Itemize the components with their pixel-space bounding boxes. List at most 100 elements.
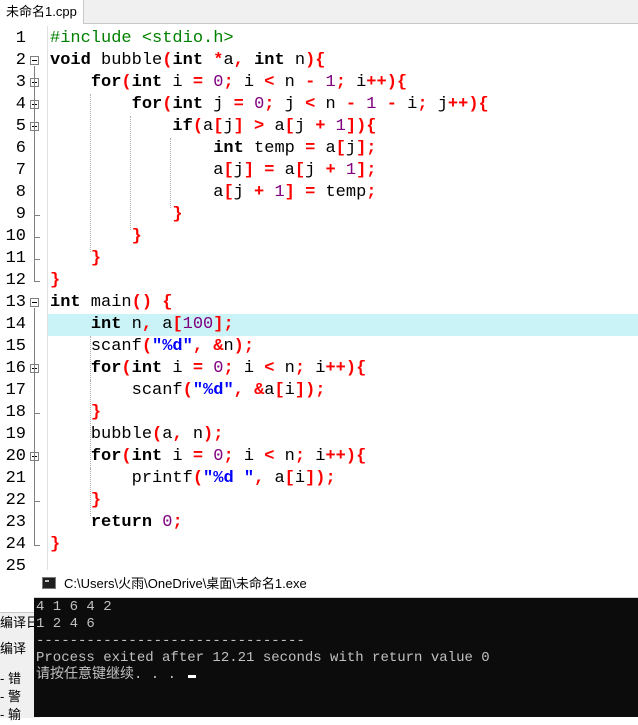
code-token: temp <box>315 183 367 202</box>
tab-bar: 未命名1.cpp <box>0 0 638 24</box>
code-token: ; <box>223 73 234 92</box>
line-number: 22 <box>5 491 26 510</box>
code-token: ] <box>213 315 224 334</box>
code-token: int <box>254 51 285 70</box>
code-token: ( <box>121 359 132 378</box>
code-token: ( <box>121 73 132 92</box>
code-token: a <box>203 117 214 136</box>
code-token: ) <box>305 51 316 70</box>
fold-connector <box>34 374 35 413</box>
code-token: a <box>152 315 173 334</box>
code-token: = <box>264 161 275 180</box>
code-token: [ <box>284 117 295 136</box>
code-token: int <box>50 293 81 312</box>
code-token: j <box>223 117 234 136</box>
code-token: ( <box>192 469 204 488</box>
code-token: ] <box>356 161 367 180</box>
line-number: 16 <box>5 359 26 378</box>
code-token: a <box>264 381 275 400</box>
code-line: for(int i = 0; i < n; i++){ <box>50 358 366 380</box>
fold-toggle-icon[interactable] <box>30 56 39 65</box>
line-number: 11 <box>5 249 26 268</box>
code-line: } <box>50 490 101 512</box>
tab-file[interactable]: 未命名1.cpp <box>0 0 84 24</box>
code-token: ] <box>294 381 306 400</box>
code-token: a <box>223 51 234 70</box>
code-line: return 0; <box>50 512 183 534</box>
indent-guide <box>130 116 131 230</box>
code-editor[interactable]: 1 #include <stdio.h> 2 void bubble(int *a, … <box>0 26 638 576</box>
code-token: for <box>131 95 163 114</box>
code-line: bubble(a, n); <box>50 424 224 446</box>
compile-log-warnings: - 警 <box>0 689 21 704</box>
fold-end-marker <box>34 215 40 216</box>
code-token: } <box>50 271 61 290</box>
code-token: ; <box>223 359 234 378</box>
fold-toggle-icon[interactable] <box>30 298 39 307</box>
code-token: , <box>254 469 265 488</box>
console-window[interactable]: C:\Users\火雨\OneDrive\桌面\未命名1.exe 4 1 6 4… <box>34 570 638 717</box>
code-token: ( <box>121 447 132 466</box>
code-token: } <box>50 535 61 554</box>
code-token: i <box>345 73 367 92</box>
fold-end-marker <box>34 259 40 260</box>
code-token: [ <box>223 183 234 202</box>
code-token: j <box>427 95 448 114</box>
code-token: ++ <box>325 359 346 378</box>
code-line: a[j + 1] = temp; <box>50 182 376 204</box>
code-token: for <box>90 447 122 466</box>
code-token: ) <box>345 359 357 378</box>
indent-guide <box>90 336 91 516</box>
code-token: = <box>192 359 204 378</box>
code-token: j <box>345 139 357 158</box>
code-token: 100 <box>182 315 214 334</box>
code-line: #include <stdio.h> <box>50 28 234 50</box>
code-token: a <box>162 425 173 444</box>
line-number: 15 <box>5 337 26 356</box>
line-number: 24 <box>5 535 26 554</box>
code-token: #include <stdio.h> <box>50 29 234 48</box>
code-line: for(int i = 0; i < n; i++){ <box>50 446 366 468</box>
code-token: ; <box>417 95 428 114</box>
code-token: ; <box>243 337 255 356</box>
code-token: j <box>294 117 316 136</box>
code-token: i <box>294 469 306 488</box>
code-token: for <box>90 73 122 92</box>
line-number: 6 <box>15 139 26 158</box>
code-token: ) <box>315 469 326 488</box>
code-token: ] <box>305 469 316 488</box>
code-token: a <box>213 183 224 202</box>
code-token: ; <box>315 381 326 400</box>
code-line: scanf("%d", &a[i]); <box>50 380 326 402</box>
code-token: ; <box>366 161 377 180</box>
console-prompt: 请按任意键继续. . . <box>36 667 185 683</box>
code-token: scanf <box>90 337 142 356</box>
fold-connector <box>34 132 35 215</box>
code-token: + <box>254 183 265 202</box>
code-token: bubble <box>90 425 153 444</box>
code-token: int <box>172 95 204 114</box>
fold-connector <box>34 308 35 545</box>
code-token: ( <box>162 51 173 70</box>
console-titlebar[interactable]: C:\Users\火雨\OneDrive\桌面\未命名1.exe <box>34 570 638 598</box>
code-token: if <box>172 117 193 136</box>
code-token: return <box>90 513 153 532</box>
compile-log-errors: - 错 <box>0 671 21 686</box>
code-token: int <box>213 139 244 158</box>
code-token: ; <box>294 359 306 378</box>
code-token: [ <box>274 381 285 400</box>
code-line: if(a[j] > a[j + 1]){ <box>50 116 376 138</box>
console-line: Process exited after 12.21 seconds with … <box>36 650 490 666</box>
line-number: 14 <box>5 315 26 334</box>
code-token: 0 <box>162 513 173 532</box>
